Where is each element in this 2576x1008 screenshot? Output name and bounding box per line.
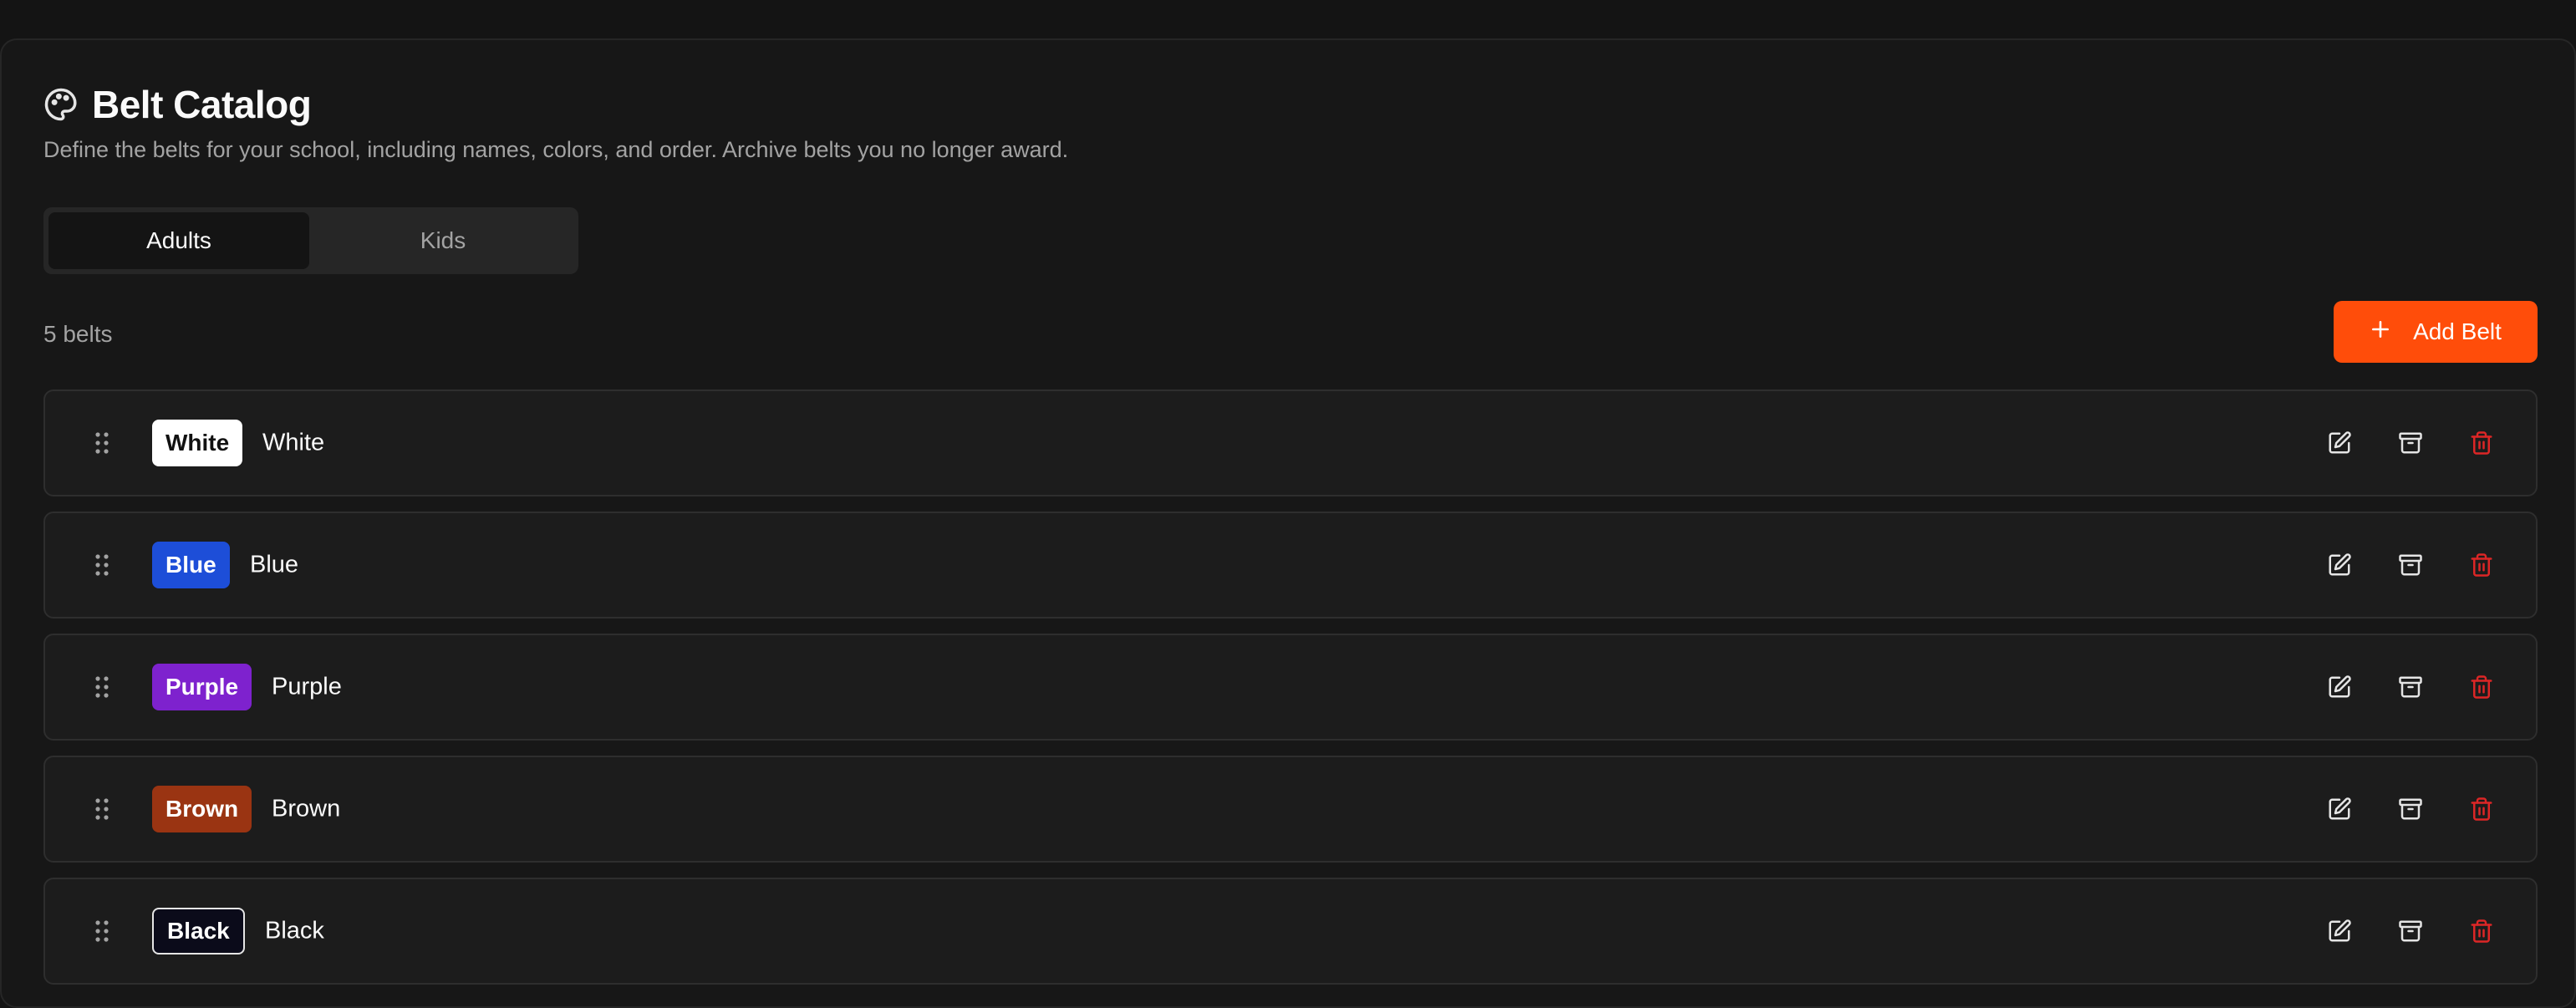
drag-handle-icon[interactable] <box>94 430 110 456</box>
row-actions <box>2327 430 2494 456</box>
row-actions <box>2327 797 2494 822</box>
plus-icon <box>2370 318 2391 346</box>
belt-name: Purple <box>272 673 342 700</box>
row-actions <box>2327 675 2494 700</box>
drag-handle-icon[interactable] <box>94 919 110 944</box>
edit-icon[interactable] <box>2327 552 2352 578</box>
delete-icon[interactable] <box>2469 797 2494 822</box>
belt-row-brown: Brown Brown <box>43 756 2538 863</box>
belt-row-white: White White <box>43 389 2538 496</box>
add-belt-label: Add Belt <box>2413 318 2502 344</box>
delete-icon[interactable] <box>2469 919 2494 944</box>
delete-icon[interactable] <box>2469 430 2494 456</box>
delete-icon[interactable] <box>2469 675 2494 700</box>
drag-handle-icon[interactable] <box>94 797 110 822</box>
edit-icon[interactable] <box>2327 675 2352 700</box>
edit-icon[interactable] <box>2327 430 2352 456</box>
palette-icon <box>43 87 79 122</box>
belt-name: Black <box>265 917 324 944</box>
belt-name: Blue <box>250 551 299 578</box>
archive-icon[interactable] <box>2397 430 2424 456</box>
edit-icon[interactable] <box>2327 919 2352 944</box>
belt-name: Brown <box>272 795 341 822</box>
belt-color-chip: Brown <box>152 786 252 832</box>
edit-icon[interactable] <box>2327 797 2352 822</box>
page-title: Belt Catalog <box>92 83 312 126</box>
row-actions <box>2327 552 2494 578</box>
archive-icon[interactable] <box>2397 797 2424 822</box>
audience-tabs: Adults Kids <box>43 207 578 274</box>
delete-icon[interactable] <box>2469 552 2494 578</box>
belt-list: White White Blue Blue Purple Purple Brow… <box>43 389 2538 1000</box>
tab-kids[interactable]: Kids <box>313 212 573 269</box>
belt-name: White <box>262 429 325 456</box>
belt-color-chip: White <box>152 420 243 466</box>
belt-row-purple: Purple Purple <box>43 634 2538 741</box>
belt-count: 5 belts <box>43 321 113 347</box>
archive-icon[interactable] <box>2397 675 2424 700</box>
drag-handle-icon[interactable] <box>94 675 110 700</box>
belt-row-black: Black Black <box>43 878 2538 985</box>
belt-color-chip: Purple <box>152 664 252 710</box>
header: Belt Catalog <box>43 82 312 127</box>
drag-handle-icon[interactable] <box>94 552 110 578</box>
add-belt-button[interactable]: Add Belt <box>2334 301 2538 363</box>
row-actions <box>2327 919 2494 944</box>
page-subtitle: Define the belts for your school, includ… <box>43 137 1069 162</box>
belt-color-chip: Blue <box>152 542 230 588</box>
belt-color-chip: Black <box>152 908 245 955</box>
belt-catalog-card: Belt Catalog Define the belts for your s… <box>0 38 2576 1008</box>
belt-row-blue: Blue Blue <box>43 512 2538 619</box>
archive-icon[interactable] <box>2397 552 2424 578</box>
tab-adults[interactable]: Adults <box>48 212 309 269</box>
archive-icon[interactable] <box>2397 919 2424 944</box>
